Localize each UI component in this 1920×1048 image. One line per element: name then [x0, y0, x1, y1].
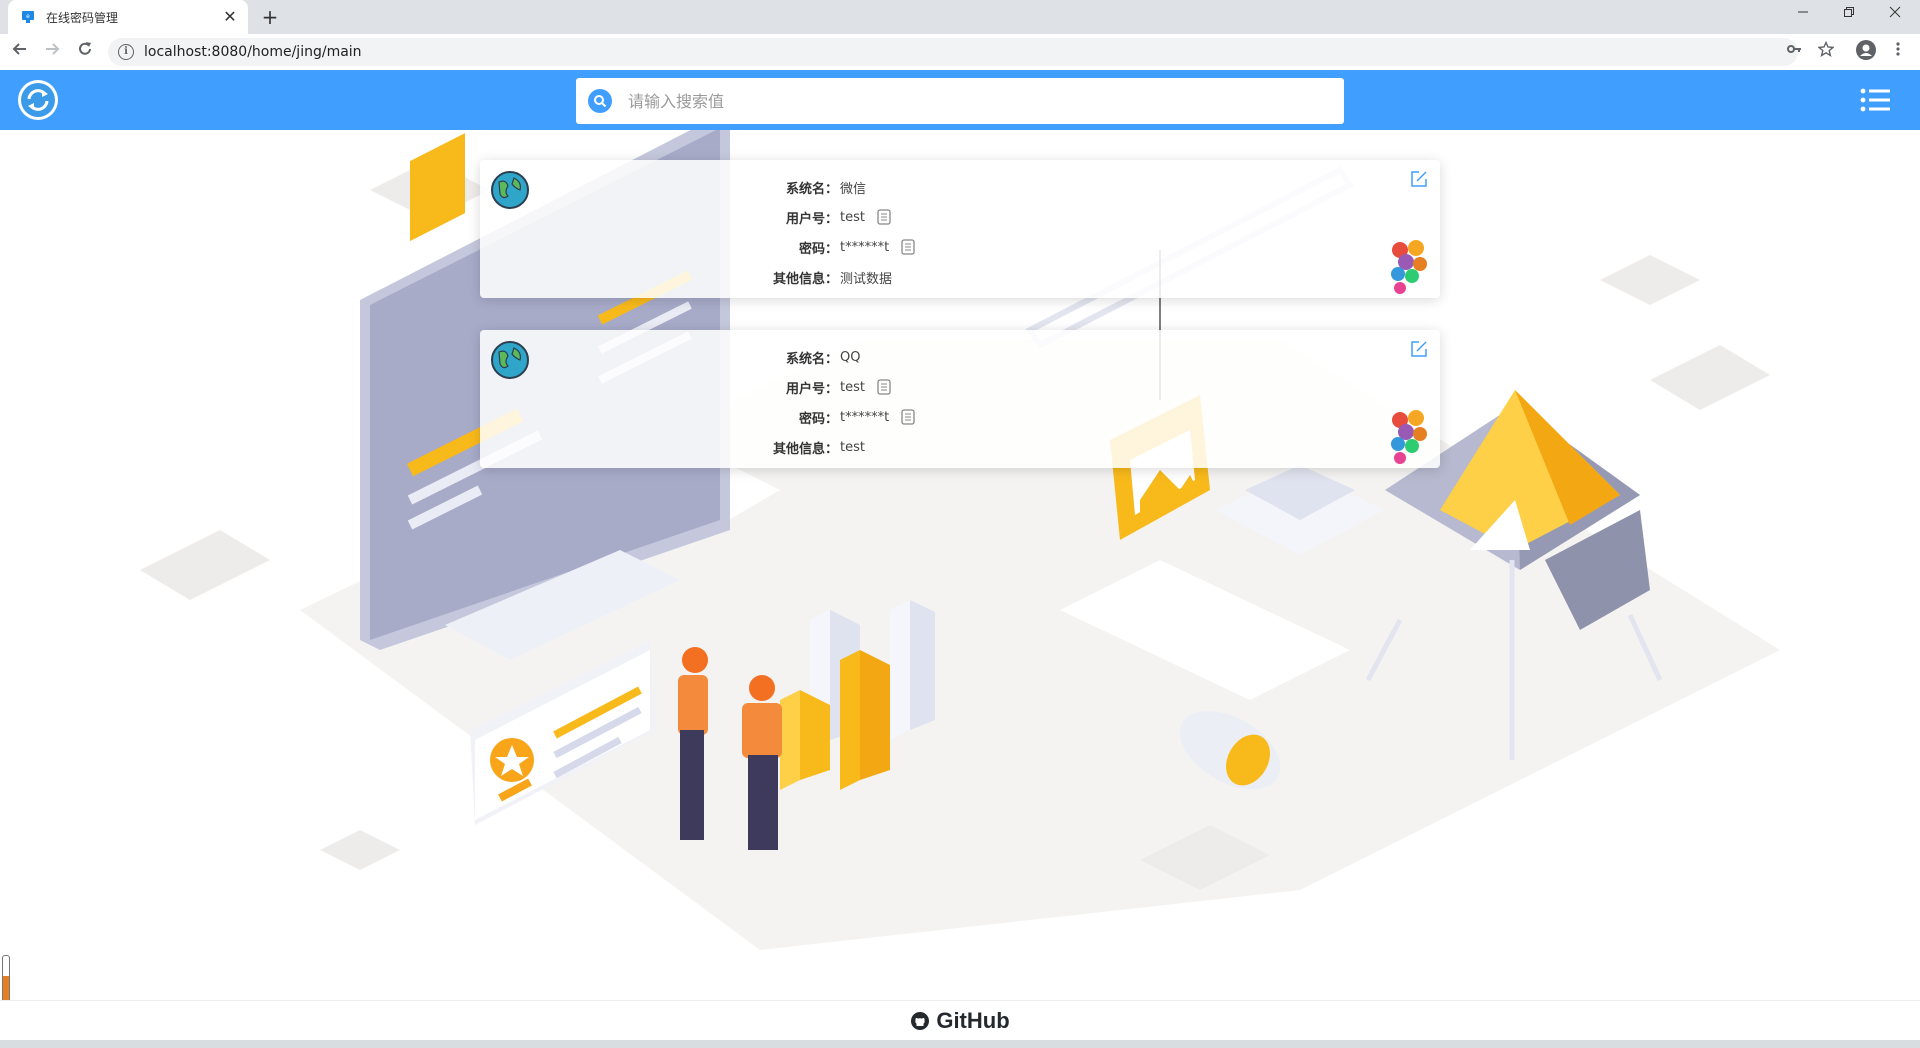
footer: GitHub	[0, 1000, 1920, 1041]
minimize-icon[interactable]	[1780, 0, 1826, 30]
svg-text:e: e	[26, 13, 30, 20]
globe-icon	[491, 171, 529, 209]
address-url: localhost:8080/home/jing/main	[144, 44, 362, 60]
close-window-icon[interactable]	[1872, 0, 1918, 30]
browser-tab[interactable]: e 在线密码管理 ✕	[8, 0, 248, 34]
user-field: 用户号： test	[710, 372, 1210, 402]
password-label: 密码：	[798, 241, 838, 257]
edit-icon[interactable]	[1410, 170, 1428, 188]
app-header	[0, 70, 1920, 130]
password-field: 密码： t******t	[710, 232, 1210, 262]
browser-toolbar: i localhost:8080/home/jing/main	[0, 34, 1920, 71]
search-icon[interactable]	[588, 89, 612, 113]
reload-icon[interactable]	[73, 40, 97, 64]
other-field: 其他信息： test	[710, 432, 1210, 462]
forward-icon[interactable]	[40, 40, 64, 64]
browser-menu-icon[interactable]	[1886, 40, 1910, 64]
back-icon[interactable]	[8, 40, 32, 64]
user-value: test	[840, 209, 865, 225]
copy-user-icon[interactable]	[877, 379, 891, 395]
copy-password-icon[interactable]	[901, 409, 915, 425]
system-value: 微信	[840, 181, 867, 197]
card-fields: 系统名： QQ 用户号： test 密码： t******t 其他信息： tes…	[710, 342, 1210, 462]
password-value: t******t	[840, 239, 890, 255]
site-info-icon[interactable]: i	[118, 44, 134, 60]
github-icon	[911, 1012, 930, 1030]
user-label: 用户号：	[785, 381, 838, 397]
user-label: 用户号：	[785, 211, 838, 227]
password-label: 密码：	[798, 411, 838, 427]
password-card[interactable]: 系统名： 微信 用户号： test 密码： t******t 其他信息： 测试数…	[480, 160, 1440, 298]
system-field: 系统名： QQ	[710, 342, 1210, 372]
edit-icon[interactable]	[1410, 340, 1428, 358]
other-value: 测试数据	[840, 271, 893, 287]
key-icon[interactable]	[1782, 40, 1806, 64]
other-field: 其他信息： 测试数据	[710, 262, 1210, 292]
user-field: 用户号： test	[710, 202, 1210, 232]
user-value: test	[840, 379, 865, 395]
browser-tabstrip: e 在线密码管理 ✕ +	[0, 0, 1920, 34]
list-menu-icon[interactable]	[1860, 88, 1890, 112]
profile-avatar-icon[interactable]	[1854, 40, 1878, 64]
globe-icon	[491, 341, 529, 379]
search-box[interactable]	[576, 78, 1344, 124]
puzzle-decoration-icon	[1391, 240, 1427, 294]
new-tab-button[interactable]: +	[258, 5, 282, 29]
puzzle-decoration-icon	[1391, 410, 1427, 464]
app-logo-icon[interactable]	[18, 80, 58, 120]
bookmark-star-icon[interactable]	[1814, 40, 1838, 64]
copy-user-icon[interactable]	[877, 209, 891, 225]
github-link[interactable]: GitHub	[910, 1008, 1010, 1034]
system-label: 系统名：	[785, 351, 838, 367]
address-bar[interactable]: i localhost:8080/home/jing/main	[108, 38, 1798, 66]
tab-title: 在线密码管理	[46, 10, 119, 25]
app-favicon-icon: e	[20, 9, 36, 25]
github-label: GitHub	[936, 1008, 1010, 1033]
system-label: 系统名：	[785, 181, 838, 197]
other-label: 其他信息：	[772, 441, 838, 457]
restore-icon[interactable]	[1826, 0, 1872, 30]
other-label: 其他信息：	[772, 271, 838, 287]
system-value: QQ	[840, 349, 861, 365]
password-value: t******t	[840, 409, 890, 425]
bottom-strip	[0, 1040, 1920, 1048]
card-fields: 系统名： 微信 用户号： test 密码： t******t 其他信息： 测试数…	[710, 172, 1210, 292]
system-field: 系统名： 微信	[710, 172, 1210, 202]
copy-password-icon[interactable]	[901, 239, 915, 255]
tab-close-icon[interactable]: ✕	[220, 7, 240, 27]
password-card[interactable]: 系统名： QQ 用户号： test 密码： t******t 其他信息： tes…	[480, 330, 1440, 468]
password-field: 密码： t******t	[710, 402, 1210, 432]
search-input[interactable]	[626, 90, 1344, 112]
other-value: test	[840, 439, 865, 455]
